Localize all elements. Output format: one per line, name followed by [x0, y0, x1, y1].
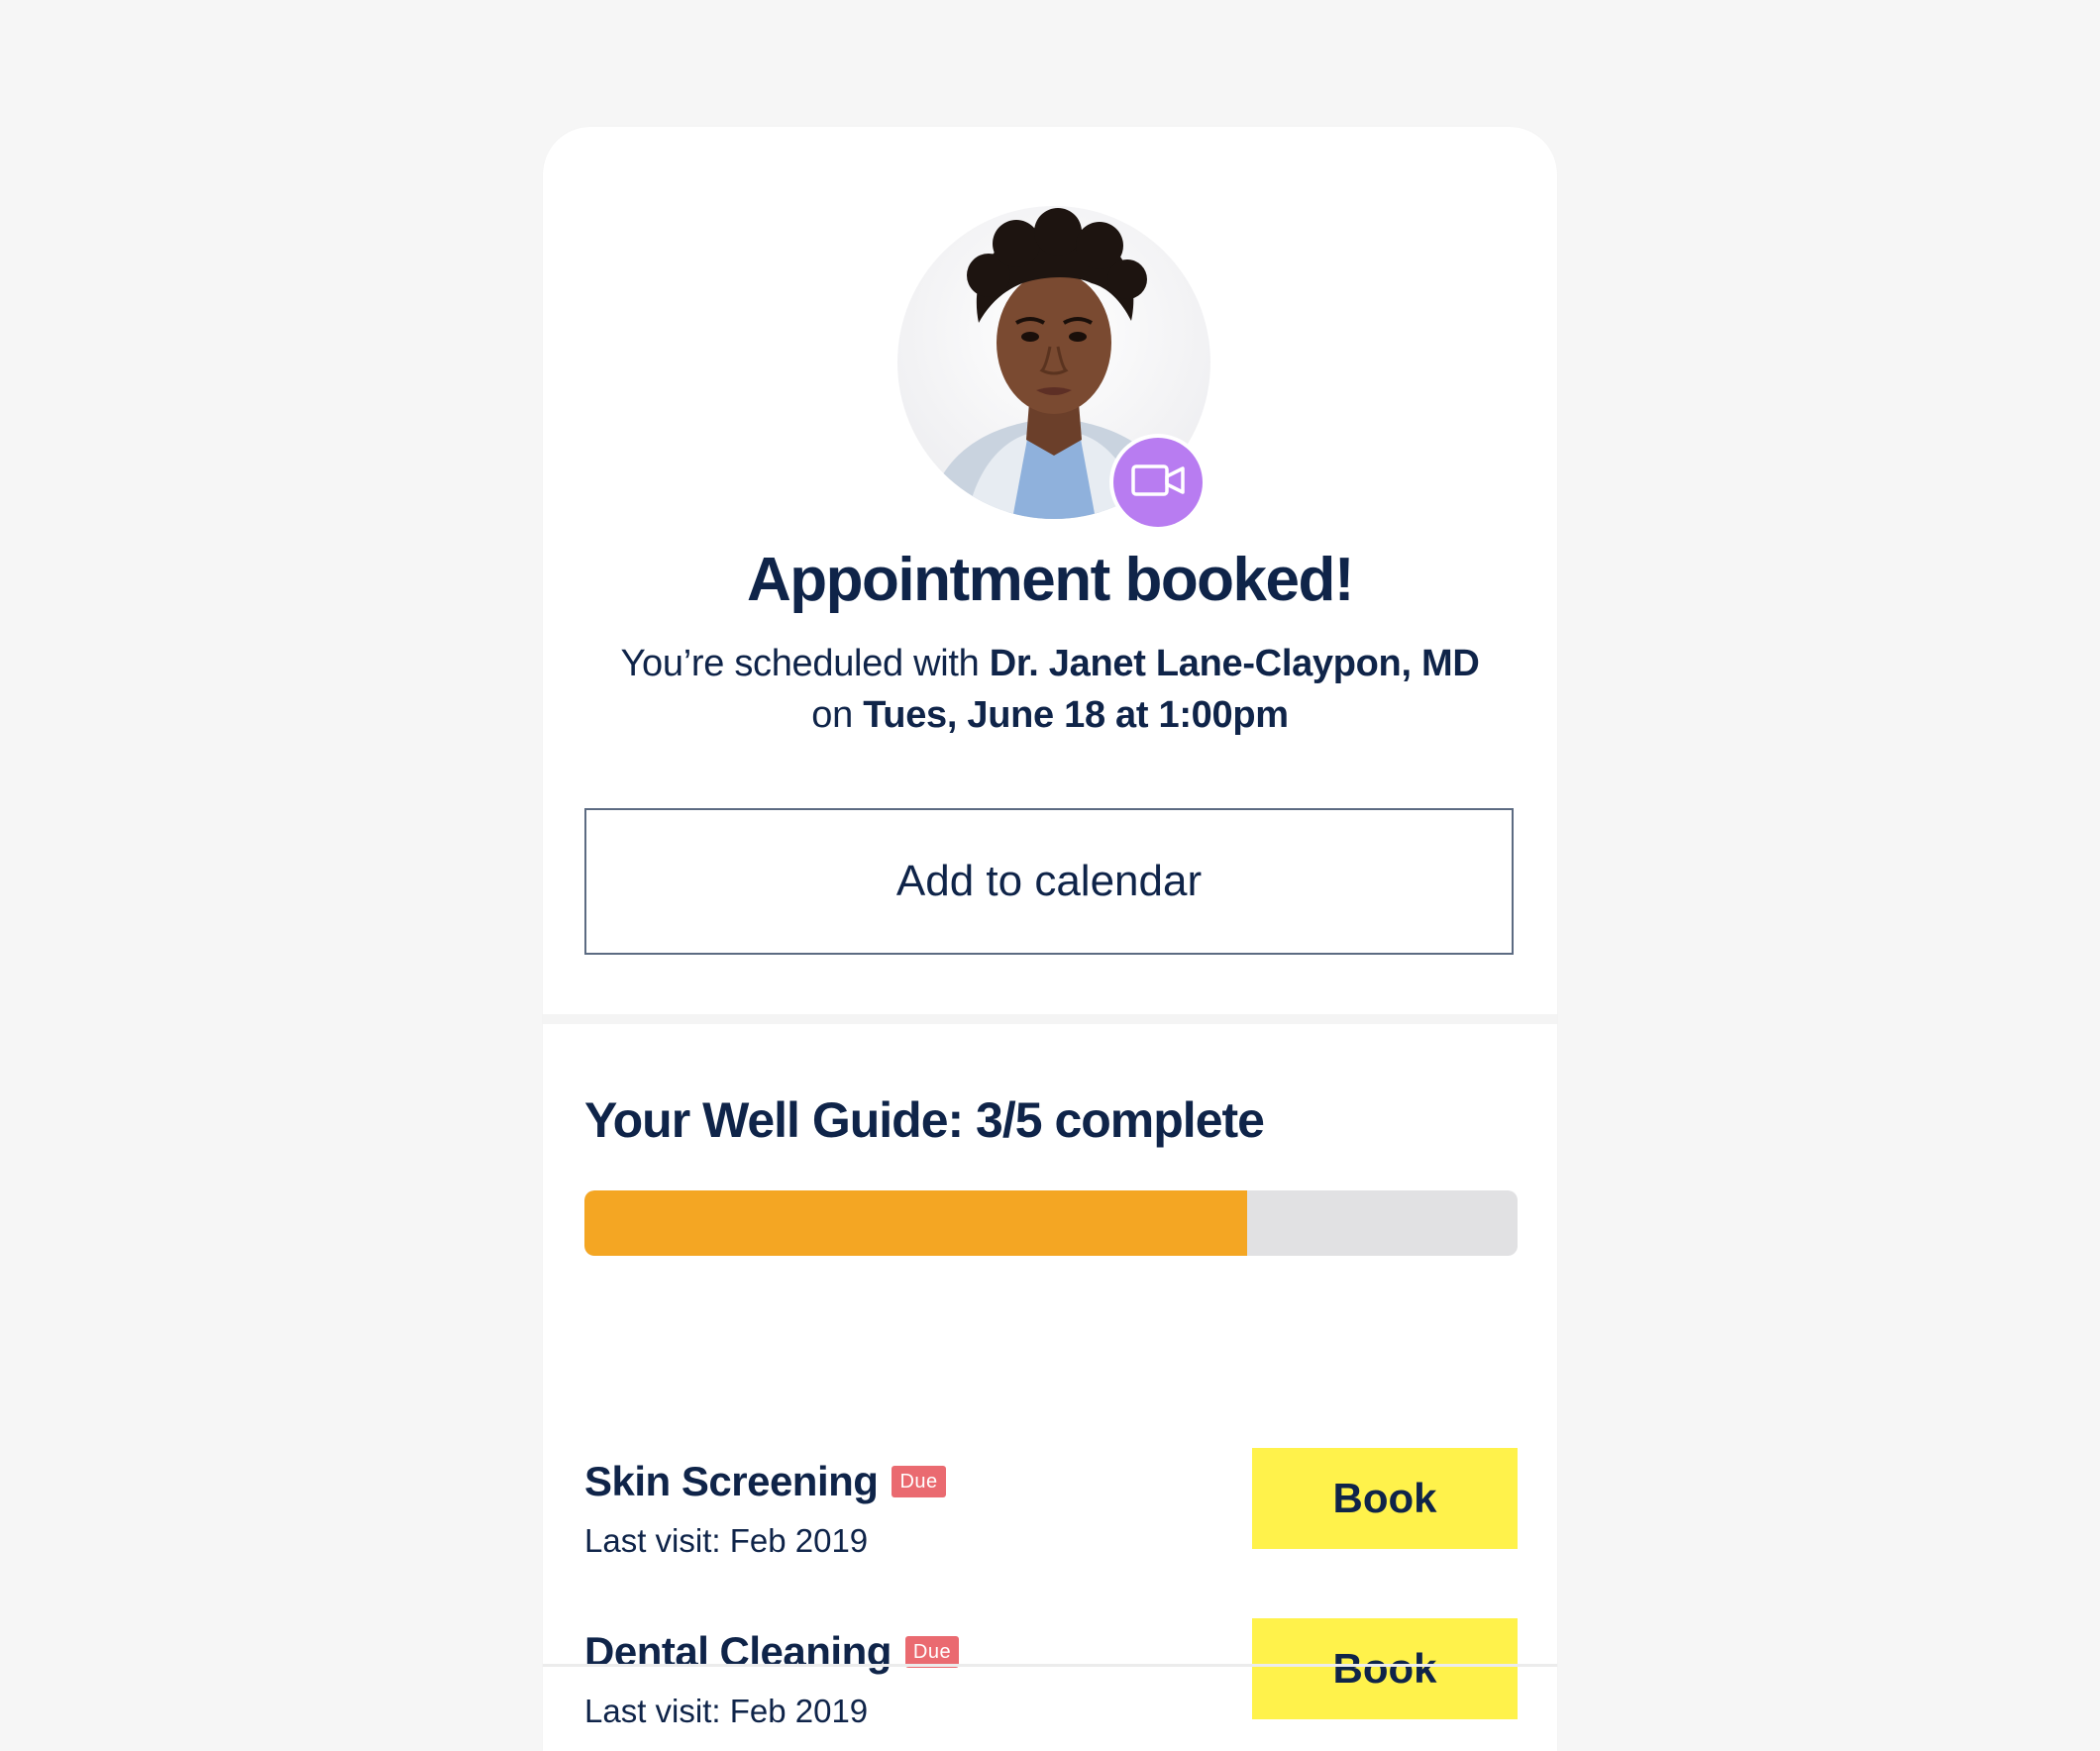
task-title: Skin Screening [584, 1458, 879, 1504]
doctor-name: Dr. Janet Lane-Claypon, MD [989, 643, 1480, 684]
task-name: Dental Cleaning Due [584, 1624, 960, 1680]
section-divider [543, 1014, 1557, 1024]
task-dental-cleaning: Dental Cleaning Due Last visit: Feb 2019… [584, 1618, 1518, 1729]
summary-mid: on [811, 694, 864, 736]
last-visit: Last visit: Feb 2019 [584, 1693, 869, 1729]
well-guide-progress-bar [584, 1190, 1518, 1256]
video-camera-icon [1131, 463, 1185, 503]
video-visit-badge [1113, 438, 1203, 527]
book-skin-screening-button[interactable]: Book [1252, 1448, 1518, 1549]
task-name: Skin Screening Due [584, 1454, 946, 1509]
summary-prefix: You’re scheduled with [620, 643, 990, 684]
due-badge: Due [892, 1466, 946, 1497]
appointment-datetime: Tues, June 18 at 1:00pm [863, 694, 1289, 736]
last-visit: Last visit: Feb 2019 [584, 1522, 869, 1559]
section-divider-bottom [543, 1664, 1557, 1667]
well-guide-progress-fill [584, 1190, 1247, 1256]
book-dental-cleaning-button[interactable]: Book [1252, 1618, 1518, 1719]
page-title: Appointment booked! [746, 546, 1355, 614]
task-title: Dental Cleaning [584, 1628, 892, 1675]
appointment-summary: You’re scheduled with Dr. Janet Lane-Cla… [573, 638, 1527, 741]
appointment-card: Appointment booked! You’re scheduled wit… [543, 127, 1557, 1751]
well-guide-title: Your Well Guide: 3/5 complete [584, 1092, 1265, 1148]
add-to-calendar-button[interactable]: Add to calendar [584, 808, 1514, 955]
task-skin-screening: Skin Screening Due Last visit: Feb 2019 … [584, 1448, 1518, 1559]
